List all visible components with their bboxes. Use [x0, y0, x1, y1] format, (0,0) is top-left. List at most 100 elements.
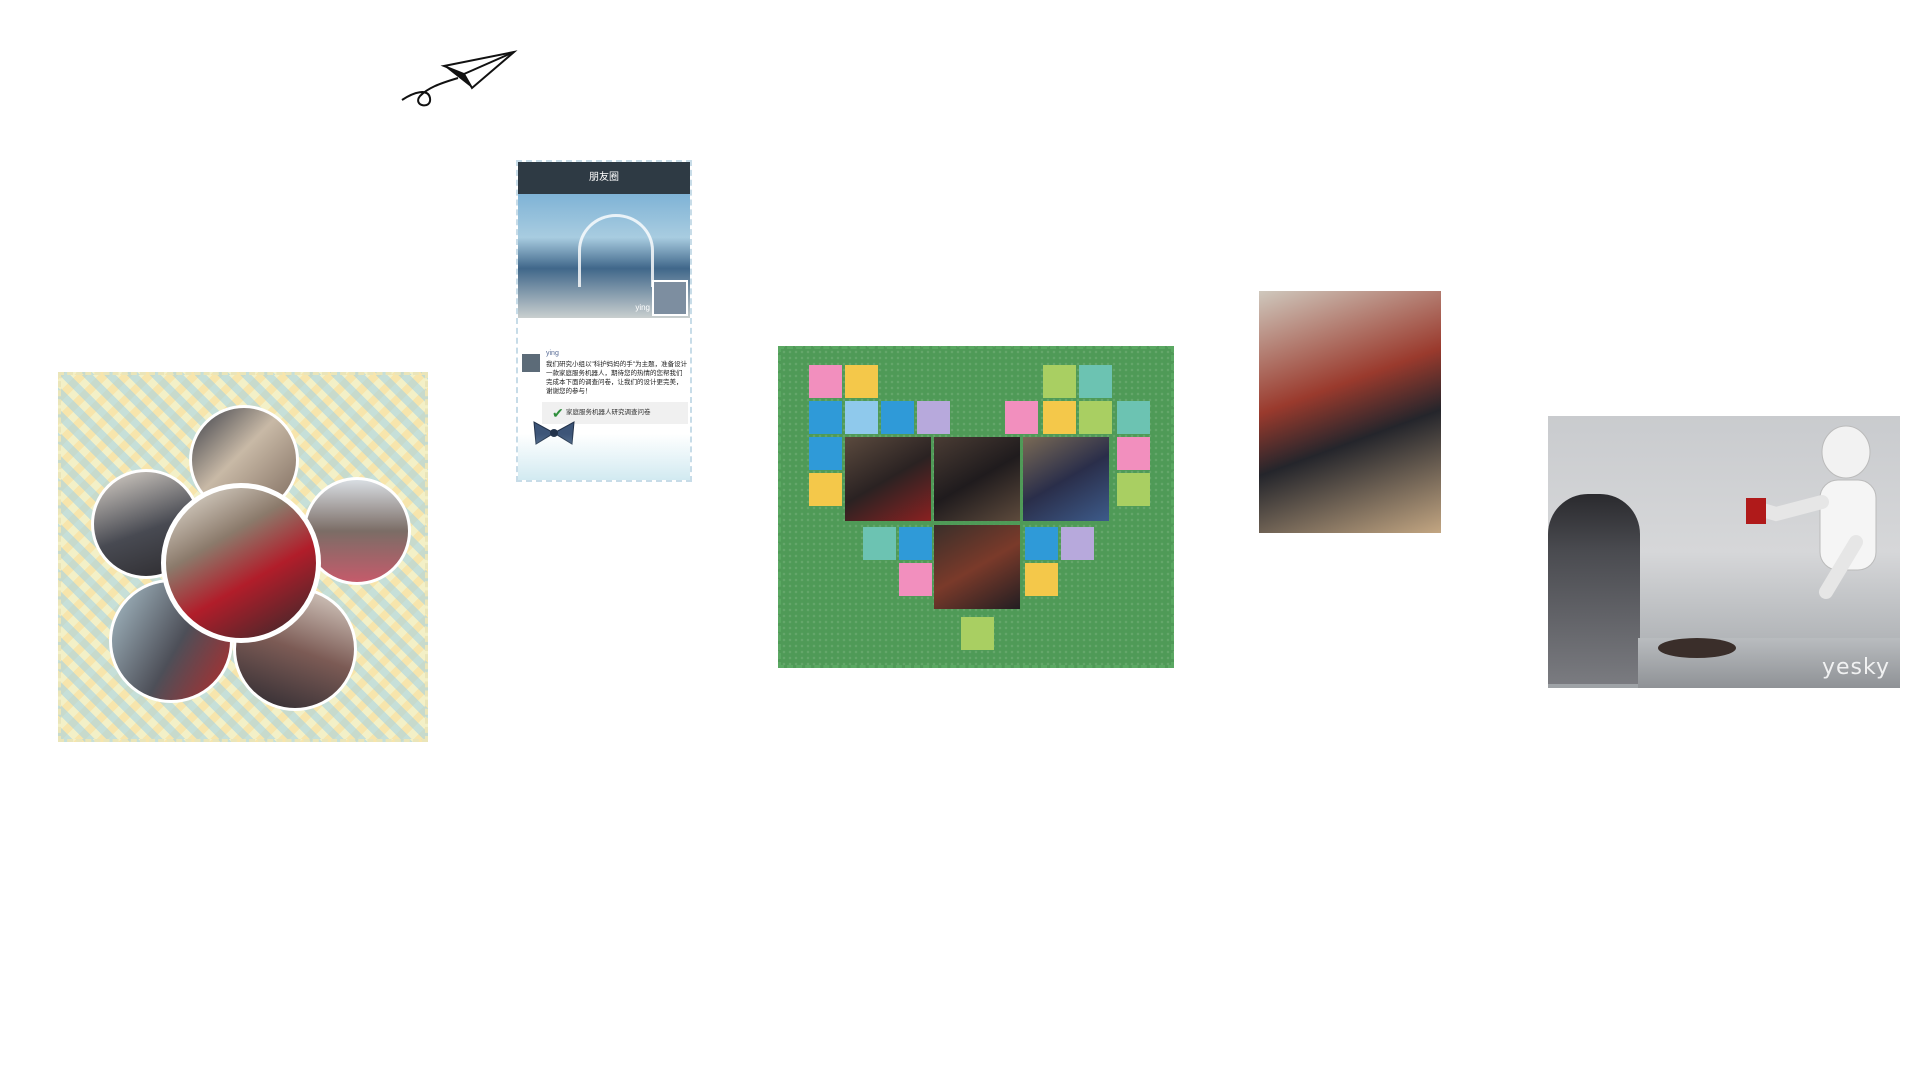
background-tile: [1490, 702, 1546, 752]
background-tile: [386, 936, 442, 986]
background-tile: [478, 546, 534, 596]
background-tile: [1582, 780, 1638, 830]
background-tile: [478, 858, 534, 908]
background-tile: [570, 0, 626, 50]
frying-pan: [1658, 638, 1736, 658]
background-tile: [1582, 936, 1638, 986]
background-tile: [754, 234, 810, 284]
background-tile: [662, 702, 718, 752]
heart-collage-photo: [1023, 437, 1109, 521]
background-tile: [846, 234, 902, 284]
background-tile: [1490, 468, 1546, 518]
background-tile: [846, 0, 902, 50]
background-tile: [662, 0, 718, 50]
background-tile: [1674, 702, 1730, 752]
background-tile: [1122, 858, 1178, 908]
phone-cover-image: ying: [518, 194, 690, 318]
background-tile: [1306, 858, 1362, 908]
heart-mosaic-square: [1043, 365, 1076, 398]
background-tile: [1582, 702, 1638, 752]
background-tile: [570, 1014, 626, 1064]
background-tile: [18, 1014, 74, 1064]
background-tile: [1306, 234, 1362, 284]
heart-collage-photo: [845, 437, 931, 521]
wechat-moments-screenshot: 朋友圈 ying ying 我们研究小组以"科护妈妈的手"为主题，准备设计一款家…: [516, 160, 692, 482]
background-tile: [662, 1014, 718, 1064]
background-tile: [1674, 936, 1730, 986]
background-tile: [386, 1014, 442, 1064]
background-tile: [386, 312, 442, 362]
background-tile: [938, 78, 994, 128]
background-tile: [1214, 234, 1270, 284]
background-tile: [110, 936, 166, 986]
background-tile: [1490, 0, 1546, 50]
background-tile: [1766, 78, 1822, 128]
background-tile: [1214, 702, 1270, 752]
heart-mosaic-square: [1005, 401, 1038, 434]
background-tile: [938, 936, 994, 986]
background-tile: [1306, 546, 1362, 596]
background-tile: [1490, 78, 1546, 128]
background-tile: [110, 0, 166, 50]
background-tile: [202, 234, 258, 284]
background-tile: [386, 0, 442, 50]
background-tile: [1582, 234, 1638, 284]
background-tile: [1122, 0, 1178, 50]
background-tile: [1214, 624, 1270, 674]
heart-mosaic-square: [1079, 401, 1112, 434]
background-tile: [1122, 780, 1178, 830]
background-tile: [202, 78, 258, 128]
background-tile: [754, 1014, 810, 1064]
background-tile: [478, 1014, 534, 1064]
background-tile: [478, 624, 534, 674]
heart-mosaic-square: [809, 437, 842, 470]
background-tile: [110, 312, 166, 362]
background-tile: [18, 780, 74, 830]
background-tile: [202, 1014, 258, 1064]
background-tile: [1582, 0, 1638, 50]
background-tile: [1030, 156, 1086, 206]
background-tile: [1214, 858, 1270, 908]
background-tile: [294, 936, 350, 986]
background-tile: [202, 0, 258, 50]
background-tile: [1030, 234, 1086, 284]
background-tile: [1398, 546, 1454, 596]
background-tile: [846, 78, 902, 128]
bridge-image: [578, 214, 654, 287]
background-tile: [294, 858, 350, 908]
background-tile: [754, 0, 810, 50]
background-tile: [1214, 0, 1270, 50]
background-tile: [1858, 78, 1914, 128]
background-tile: [754, 858, 810, 908]
background-tile: [1490, 390, 1546, 440]
background-tile: [938, 702, 994, 752]
background-tile: [478, 702, 534, 752]
background-tile: [1122, 936, 1178, 986]
background-tile: [1858, 0, 1914, 50]
background-tile: [662, 858, 718, 908]
background-tile: [1398, 936, 1454, 986]
background-tile: [386, 780, 442, 830]
robot-figure: [1746, 425, 1877, 599]
background-tile: [1398, 702, 1454, 752]
background-tile: [18, 156, 74, 206]
background-tile: [1398, 0, 1454, 50]
background-tile: [662, 624, 718, 674]
background-tile: [202, 156, 258, 206]
background-tile: [18, 312, 74, 362]
background-tile: [110, 234, 166, 284]
background-tile: [1490, 312, 1546, 362]
check-icon: ✔: [552, 405, 564, 421]
heart-mosaic-square: [881, 401, 914, 434]
background-tile: [1306, 936, 1362, 986]
background-tile: [294, 312, 350, 362]
background-tile: [18, 0, 74, 50]
background-tile: [1398, 78, 1454, 128]
children-survey-photo: [1259, 291, 1441, 533]
background-tile: [1214, 1014, 1270, 1064]
heart-mosaic-square: [1061, 527, 1094, 560]
background-tile: [662, 546, 718, 596]
background-tile: [1766, 0, 1822, 50]
heart-mosaic-square: [845, 401, 878, 434]
background-tile: [1122, 156, 1178, 206]
